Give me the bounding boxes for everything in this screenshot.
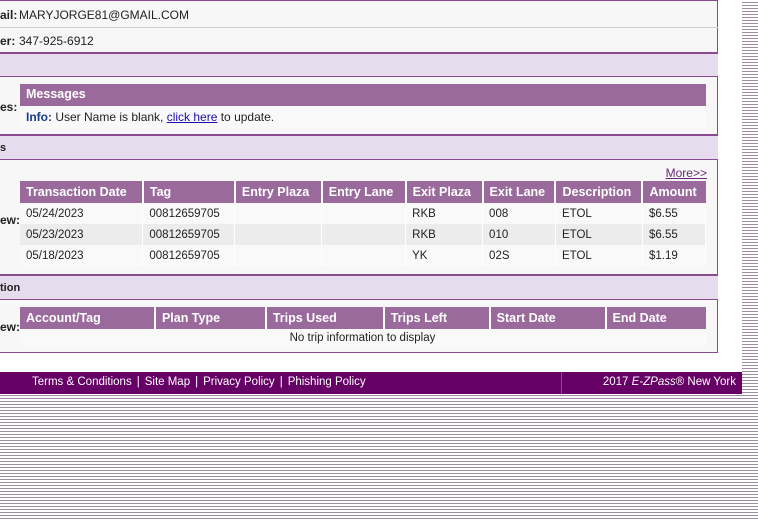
terms-link[interactable]: Terms & Conditions [32,376,132,388]
footer-links: Terms & Conditions | Site Map | Privacy Poli… [32,376,366,388]
trips-empty-message: No trip information to display [20,329,706,346]
col-trips-left[interactable]: Trips Left [383,307,491,329]
cell-entry-lane [321,203,407,224]
cell-description: ETOL [555,245,643,266]
copyright-brand: E-ZPass [631,376,676,388]
click-here-link[interactable]: click here [167,110,218,124]
phone-row: er: 347-925-6912 [0,28,718,53]
copyright-prefix: 2017 [602,376,632,388]
trips-section-label: tion [0,282,21,294]
cell-description: ETOL [555,203,643,224]
copyright-box: 2017 E-ZPass® New York [561,372,742,394]
col-entry-lane[interactable]: Entry Lane [321,181,407,203]
cell-amount: $6.55 [642,203,707,224]
col-description[interactable]: Description [555,181,644,203]
cell-tag: 00812659705 [142,203,236,224]
cell-entry-plaza [234,224,323,245]
cell-tag: 00812659705 [142,245,236,266]
col-plan-type[interactable]: Plan Type [154,307,267,329]
table-row: 05/24/2023 00812659705 RKB 008 ETOL $6.5… [20,203,707,224]
col-entry-plaza[interactable]: Entry Plaza [234,181,323,203]
cell-entry-lane [321,245,407,266]
phone-value: 347-925-6912 [19,34,94,48]
transactions-panel: More>> ew: Transaction Date Tag Entry Pl… [0,160,718,275]
messages-header: Messages [20,84,706,106]
site-map-link[interactable]: Site Map [145,376,190,388]
phone-label: er: [0,34,16,48]
cell-exit-lane: 02S [482,245,556,266]
trips-header-row: Account/Tag Plan Type Trips Used Trips L… [20,307,706,329]
right-background-stripe [742,0,758,372]
table-row: 05/18/2023 00812659705 YK 02S ETOL $1.19 [20,245,707,266]
table-row: 05/23/2023 00812659705 RKB 010 ETOL $6.5… [20,224,707,245]
email-label: ail: [0,8,18,22]
more-link[interactable]: More>> [666,166,707,180]
section-bar-blank [0,53,718,77]
footer-separator: | [279,376,283,388]
phishing-policy-link[interactable]: Phishing Policy [288,376,366,388]
footer-separator: | [195,376,199,388]
transactions-table: Transaction Date Tag Entry Plaza Entry L… [20,181,707,266]
cell-tag: 00812659705 [142,224,236,245]
col-amount[interactable]: Amount [642,181,706,203]
info-suffix: to update. [217,110,275,124]
transactions-header-row: Transaction Date Tag Entry Plaza Entry L… [20,181,706,203]
trips-side-label: ew: [0,320,21,334]
col-exit-plaza[interactable]: Exit Plaza [405,181,484,203]
cell-exit-plaza: RKB [405,203,484,224]
messages-panel: es: Messages Info: User Name is blank, c… [0,77,718,135]
info-text: User Name is blank, [52,110,167,124]
account-page: ail: MARYJORGE81@GMAIL.COM er: 347-925-6… [0,0,742,372]
col-tag[interactable]: Tag [142,181,236,203]
cell-date: 05/18/2023 [20,245,144,266]
cell-exit-plaza: YK [405,245,484,266]
col-trips-used[interactable]: Trips Used [265,307,385,329]
section-bar-trips: tion [0,275,718,300]
trips-table: Account/Tag Plan Type Trips Used Trips L… [20,307,706,346]
info-label: Info: [26,110,52,124]
cell-amount: $1.19 [642,245,707,266]
cell-date: 05/24/2023 [20,203,144,224]
transactions-section-label: s [0,142,7,154]
contact-panel: ail: MARYJORGE81@GMAIL.COM er: 347-925-6… [0,0,718,53]
cell-entry-lane [321,224,407,245]
info-line: Info: User Name is blank, click here to … [26,110,274,124]
col-transaction-date[interactable]: Transaction Date [20,181,144,203]
table-row: No trip information to display [20,329,706,346]
transactions-side-label: ew: [0,213,21,227]
email-row: ail: MARYJORGE81@GMAIL.COM [0,1,718,28]
cell-exit-lane: 010 [482,224,556,245]
copyright: 2017 E-ZPass® New York [603,376,736,388]
messages-title: Messages [26,87,86,101]
copyright-suffix: ® New York [675,376,736,388]
col-start-date[interactable]: Start Date [489,307,607,329]
cell-description: ETOL [555,224,643,245]
cell-amount: $6.55 [642,224,707,245]
col-exit-lane[interactable]: Exit Lane [482,181,557,203]
footer: Terms & Conditions | Site Map | Privacy Poli… [0,372,742,394]
privacy-policy-link[interactable]: Privacy Policy [203,376,275,388]
cell-exit-plaza: RKB [405,224,484,245]
info-message: Info: User Name is blank, click here to … [20,106,706,128]
cell-entry-plaza [234,245,323,266]
cell-exit-lane: 008 [482,203,556,224]
section-bar-transactions: s [0,135,718,160]
cell-entry-plaza [234,203,323,224]
footer-separator: | [136,376,140,388]
email-value: MARYJORGE81@GMAIL.COM [19,8,189,22]
trips-panel: ew: Account/Tag Plan Type Trips Used Tri… [0,300,718,353]
messages-side-label: es: [0,100,18,114]
col-account-tag[interactable]: Account/Tag [20,307,156,329]
col-end-date[interactable]: End Date [605,307,706,329]
cell-date: 05/23/2023 [20,224,144,245]
